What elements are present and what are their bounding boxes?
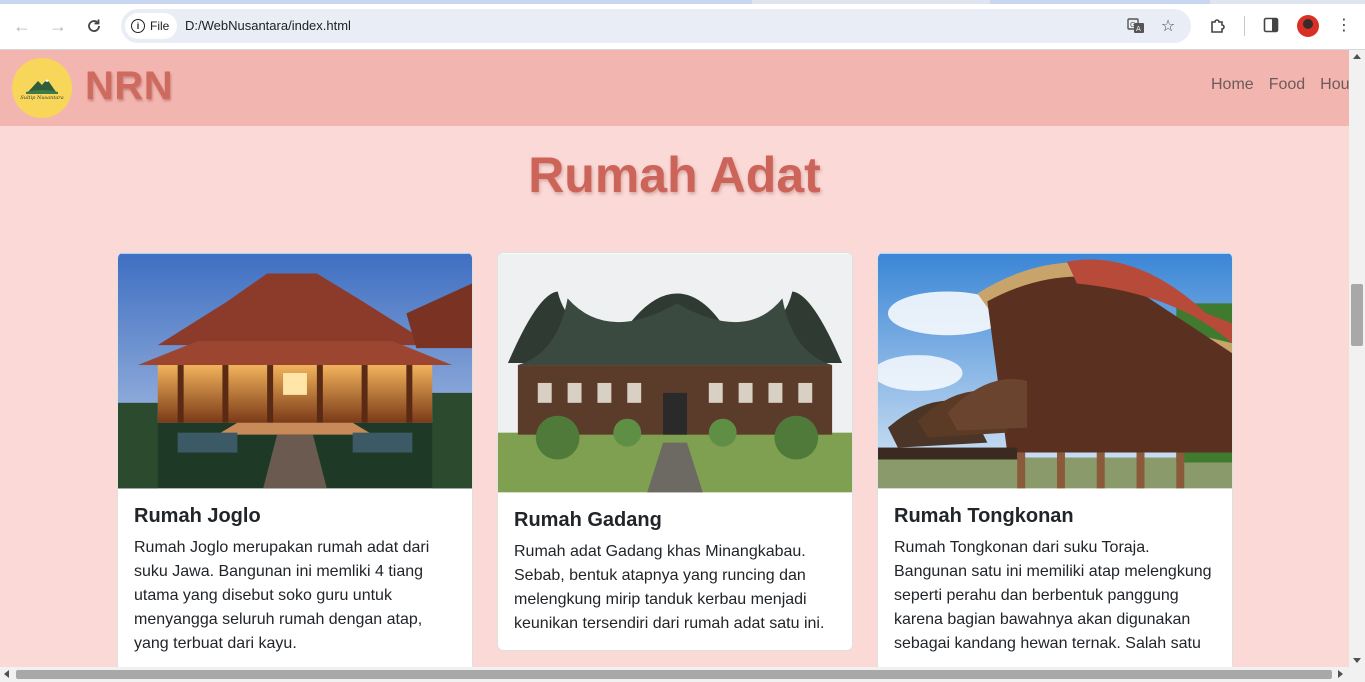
nav-link-house[interactable]: Hou xyxy=(1320,76,1349,94)
nav-link-home[interactable]: Home xyxy=(1211,76,1254,94)
card-rumah-joglo: Rumah Joglo Rumah Joglo merupakan rumah … xyxy=(117,252,473,667)
svg-text:G: G xyxy=(1130,21,1135,29)
side-panel-icon[interactable] xyxy=(1260,14,1282,36)
nav-links: Home Food Hou xyxy=(1211,76,1349,94)
card-text: Rumah Tongkonan dari suku Toraja. Bangun… xyxy=(894,539,1212,652)
forward-icon[interactable]: → xyxy=(45,13,71,39)
translate-icon[interactable]: AG xyxy=(1126,16,1146,36)
browser-toolbar: ← → i File D:/WebNusantara/index.html AG… xyxy=(0,0,1365,50)
card-title: Rumah Gadang xyxy=(514,509,662,531)
extensions-icon[interactable] xyxy=(1207,14,1229,36)
site-info-chip[interactable]: i File xyxy=(125,13,178,39)
toolbar-divider xyxy=(1244,16,1245,36)
site-navbar: Sultip Nusantara NRN Home Food Hou xyxy=(0,50,1349,126)
vertical-scrollbar[interactable] xyxy=(1349,50,1365,667)
bookmark-star-icon[interactable]: ☆ xyxy=(1158,16,1178,36)
horizontal-scrollbar[interactable] xyxy=(0,667,1365,682)
svg-text:A: A xyxy=(1136,25,1141,33)
menu-kebab-icon[interactable]: ⋮ xyxy=(1333,14,1355,36)
scroll-up-icon[interactable] xyxy=(1353,54,1361,59)
file-label: File xyxy=(150,19,170,33)
scroll-left-icon[interactable] xyxy=(4,670,9,678)
section-title: Rumah Adat xyxy=(528,147,821,203)
back-icon[interactable]: ← xyxy=(9,13,35,39)
page-viewport: Sultip Nusantara NRN Home Food Hou Rumah… xyxy=(0,50,1349,667)
card-title: Rumah Joglo xyxy=(134,505,261,527)
url-text[interactable]: D:/WebNusantara/index.html xyxy=(185,18,351,33)
card-text: Rumah Joglo merupakan rumah adat dari su… xyxy=(134,539,430,652)
card-rumah-gadang: Rumah Gadang Rumah adat Gadang khas Mina… xyxy=(497,252,853,651)
scrollbar-thumb[interactable] xyxy=(1351,284,1363,346)
scroll-down-icon[interactable] xyxy=(1353,658,1361,663)
nav-link-food[interactable]: Food xyxy=(1269,76,1305,94)
logo-text: Sultip Nusantara xyxy=(20,94,64,101)
mountain-logo-icon xyxy=(26,78,58,94)
address-bar[interactable]: i File D:/WebNusantara/index.html AG ☆ xyxy=(121,9,1191,43)
card-title: Rumah Tongkonan xyxy=(894,505,1074,527)
card-text: Rumah adat Gadang khas Minangkabau. Seba… xyxy=(514,543,825,632)
card-rumah-tongkonan: Rumah Tongkonan Rumah Tongkonan dari suk… xyxy=(877,252,1233,667)
scroll-right-icon[interactable] xyxy=(1338,670,1343,678)
site-logo[interactable]: Sultip Nusantara xyxy=(12,58,72,118)
profile-avatar[interactable] xyxy=(1297,15,1319,37)
brand-name[interactable]: NRN xyxy=(85,64,173,109)
reload-icon[interactable] xyxy=(81,13,107,39)
scrollbar-thumb[interactable] xyxy=(16,670,1332,679)
rumah-tongkonan-image xyxy=(878,253,1232,489)
rumah-joglo-image xyxy=(118,253,472,489)
info-icon: i xyxy=(131,19,145,33)
tab-strip xyxy=(0,0,1365,4)
rumah-gadang-image xyxy=(498,253,852,493)
